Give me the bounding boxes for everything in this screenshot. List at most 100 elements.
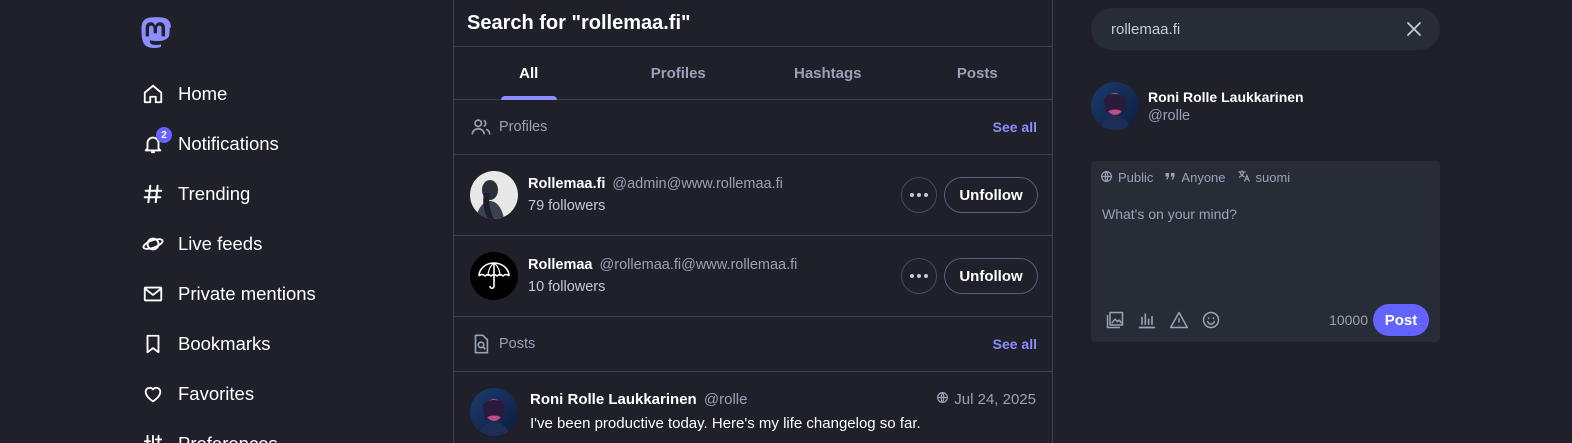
dot-icon [924,274,928,278]
profiles-section-header: Profiles See all [454,100,1052,155]
sidebar-item-live-feeds[interactable]: Live feeds [140,226,400,262]
posts-section-header: Posts See all [454,317,1052,372]
language-selector[interactable]: suomi [1237,169,1291,186]
compose-form: Public Anyone suomi What's on your mind?… [1091,161,1440,342]
quote-icon [1164,170,1181,185]
dot-icon [910,193,914,197]
warning-icon[interactable] [1168,309,1190,331]
sidebar-item-label: Home [178,83,228,104]
globe-icon [1100,170,1118,186]
character-counter: 10000 [1329,312,1368,328]
section-title: Profiles [499,119,548,135]
sidebar-item-label: Favorites [178,383,255,404]
account-handle: @rolle [703,391,748,408]
follower-count: 10 followers [528,279,606,295]
search-results-column: Search for "rollemaa.fi" All Profiles Ha… [453,0,1053,443]
account-handle: @rollemaa.fi@www.rollemaa.fi [599,257,798,273]
app-root: Home 2 Notifications Trending Live feeds [0,0,1572,443]
dot-icon [917,193,921,197]
sidebar-item-label: Trending [178,183,251,204]
mail-icon [140,281,166,307]
notification-count-badge: 2 [156,127,172,143]
tab-all[interactable]: All [454,47,604,100]
public-globe-icon [936,391,954,408]
tab-profiles[interactable]: Profiles [604,47,754,99]
dot-icon [917,274,921,278]
more-options-button[interactable] [901,177,937,213]
sidebar-nav: Home 2 Notifications Trending Live feeds [140,0,440,443]
tab-hashtags[interactable]: Hashtags [753,47,903,99]
unfollow-button[interactable]: Unfollow [944,177,1038,213]
current-user-handle: @rolle [1148,108,1191,124]
current-user-avatar[interactable] [1091,82,1139,130]
search-document-icon [470,333,492,355]
poll-icon[interactable] [1136,309,1158,331]
sidebar-item-bookmarks[interactable]: Bookmarks [140,326,400,362]
compose-panel: Roni Rolle Laukkarinen @rolle Public Any… [1091,0,1441,443]
unfollow-button[interactable]: Unfollow [944,258,1038,294]
post-date-text: Jul 24, 2025 [954,391,1036,408]
sidebar-item-label: Preferences [178,433,278,443]
compose-textarea[interactable] [1102,206,1427,276]
post-button[interactable]: Post [1373,304,1429,336]
language-label: suomi [1255,170,1291,185]
add-media-icon[interactable] [1104,309,1126,331]
home-icon [140,81,166,107]
post-content: I've been productive today. Here's my li… [530,415,921,432]
sidebar-item-preferences[interactable]: Preferences [140,426,400,443]
quote-policy-label: Anyone [1181,170,1226,185]
search-bar [1091,8,1440,50]
heart-icon [140,381,166,407]
follower-count: 79 followers [528,198,606,214]
compose-options: Public Anyone suomi [1100,169,1301,186]
search-tabs: All Profiles Hashtags Posts [454,47,1052,100]
avatar[interactable] [470,252,518,300]
tab-posts[interactable]: Posts [903,47,1053,99]
sidebar-item-home[interactable]: Home [140,76,400,112]
sidebar-item-notifications[interactable]: 2 Notifications [140,126,400,162]
avatar[interactable] [470,388,518,436]
account-name: Rollemaa.fi @admin@www.rollemaa.fi [528,176,783,192]
emoji-icon[interactable] [1200,309,1222,331]
avatar[interactable] [470,171,518,219]
dot-icon [910,274,914,278]
search-input[interactable] [1111,20,1391,38]
sidebar-item-favorites[interactable]: Favorites [140,376,400,412]
page-title: Search for "rollemaa.fi" [467,11,691,34]
post-author[interactable]: Roni Rolle Laukkarinen @rolle [530,391,747,408]
current-user-name[interactable]: Roni Rolle Laukkarinen [1148,89,1304,105]
column-header: Search for "rollemaa.fi" [454,0,1052,47]
close-icon[interactable] [1406,21,1422,37]
planet-icon [140,231,166,257]
visibility-label: Public [1118,170,1154,185]
account-name: Rollemaa @rollemaa.fi@www.rollemaa.fi [528,257,797,273]
status-post[interactable]: Roni Rolle Laukkarinen @rolle Jul 24, 20… [454,372,1052,443]
see-all-posts-link[interactable]: See all [993,336,1037,352]
see-all-profiles-link[interactable]: See all [993,119,1037,135]
account-handle: @admin@www.rollemaa.fi [612,176,783,192]
sidebar-item-trending[interactable]: Trending [140,176,400,212]
sidebar-item-label: Live feeds [178,233,263,254]
display-name: Rollemaa.fi [528,176,606,192]
sidebar-item-label: Private mentions [178,283,316,304]
sidebar-item-private-mentions[interactable]: Private mentions [140,276,400,312]
sliders-icon [140,431,166,443]
bookmark-icon [140,331,166,357]
account-row[interactable]: Rollemaa.fi @admin@www.rollemaa.fi 79 fo… [454,155,1052,236]
display-name: Roni Rolle Laukkarinen [530,391,697,408]
more-options-button[interactable] [901,258,937,294]
display-name: Rollemaa [528,257,593,273]
compose-toolbar [1104,309,1232,331]
section-title: Posts [499,336,536,352]
hashtag-icon [140,181,166,207]
dot-icon [924,193,928,197]
mastodon-logo[interactable] [140,16,172,50]
bell-icon: 2 [140,127,172,157]
visibility-selector[interactable]: Public [1100,170,1153,186]
translate-icon [1237,169,1256,186]
sidebar-item-label: Notifications [178,133,279,154]
people-icon [470,116,492,138]
post-timestamp[interactable]: Jul 24, 2025 [936,391,1036,408]
account-row[interactable]: Rollemaa @rollemaa.fi@www.rollemaa.fi 10… [454,236,1052,317]
quote-policy-selector[interactable]: Anyone [1164,170,1226,185]
